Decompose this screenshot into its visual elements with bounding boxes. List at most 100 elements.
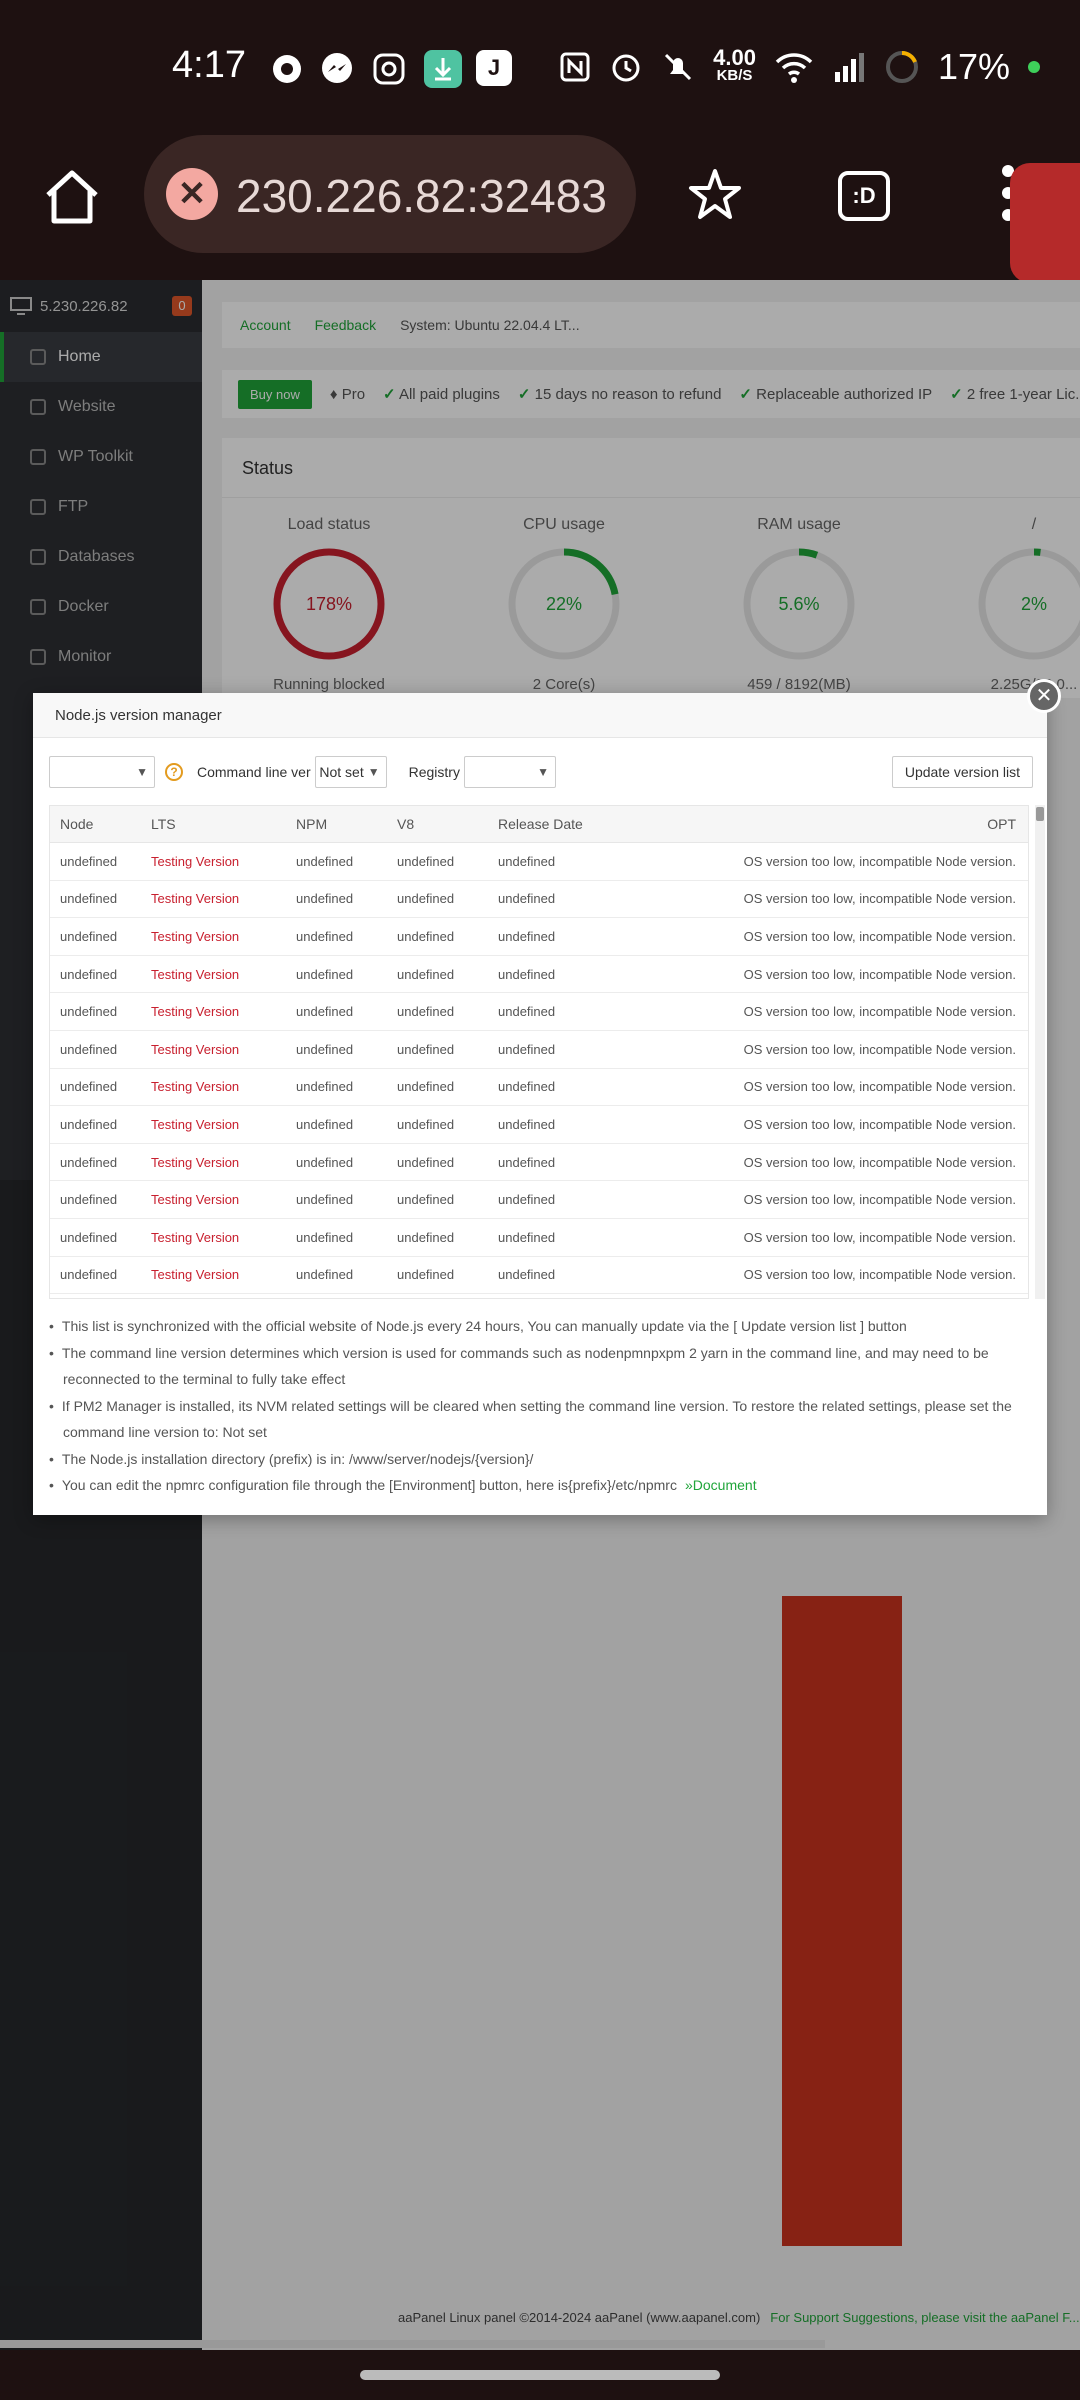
column-header: Node bbox=[60, 816, 94, 832]
table-header: Node LTS NPM V8 Release Date OPT bbox=[50, 806, 1028, 843]
cell-lts: Testing Version bbox=[151, 1192, 240, 1208]
download-icon bbox=[424, 50, 462, 88]
cell-node: undefined bbox=[60, 966, 118, 982]
cell-node: undefined bbox=[60, 853, 118, 869]
cell-lts: Testing Version bbox=[151, 1116, 240, 1132]
cell-lts: Testing Version bbox=[151, 1004, 240, 1020]
cell-opt: OS version too low, incompatible Node ve… bbox=[743, 1229, 1016, 1245]
cell-npm: undefined bbox=[296, 966, 354, 982]
signal-icon bbox=[834, 53, 864, 82]
url-text[interactable]: 230.226.82:32483 bbox=[236, 169, 607, 223]
cell-lts: Testing Version bbox=[151, 928, 240, 944]
cell-npm: undefined bbox=[296, 1154, 354, 1170]
table-row: undefined Testing Version undefined undefin… bbox=[50, 843, 1028, 881]
tab-switcher-button[interactable]: :D bbox=[838, 171, 890, 221]
cell-date: undefined bbox=[498, 1079, 556, 1095]
help-icon[interactable]: ? bbox=[165, 763, 183, 781]
cell-date: undefined bbox=[498, 891, 556, 907]
cell-node: undefined bbox=[60, 928, 118, 944]
bookmark-star-icon[interactable] bbox=[685, 165, 745, 225]
table-row: undefined Testing Version undefined undefin… bbox=[50, 1144, 1028, 1182]
table-row: undefined Testing Version undefined undefin… bbox=[50, 1219, 1028, 1257]
cell-date: undefined bbox=[498, 1229, 556, 1245]
cell-lts: Testing Version bbox=[151, 891, 240, 907]
cell-node: undefined bbox=[60, 1154, 118, 1170]
registry-label: Registry bbox=[408, 764, 460, 780]
column-header: OPT bbox=[987, 816, 1016, 832]
cell-date: undefined bbox=[498, 928, 556, 944]
command-line-value: Not set bbox=[319, 764, 364, 780]
cell-opt: OS version too low, incompatible Node ve… bbox=[743, 1192, 1016, 1208]
home-icon[interactable] bbox=[40, 165, 104, 229]
cell-v8: undefined bbox=[397, 1079, 455, 1095]
mute-icon bbox=[665, 53, 692, 81]
notes-list: This list is synchronized with the offic… bbox=[49, 1313, 1039, 1499]
cell-v8: undefined bbox=[397, 853, 455, 869]
table-row: undefined Testing Version undefined undefin… bbox=[50, 1181, 1028, 1219]
cell-node: undefined bbox=[60, 1041, 118, 1057]
messenger-icon bbox=[322, 53, 352, 83]
note-item: The Node.js installation directory (pref… bbox=[49, 1446, 1039, 1473]
cell-npm: undefined bbox=[296, 1079, 354, 1095]
registry-select[interactable]: ▼ bbox=[463, 756, 556, 788]
cell-date: undefined bbox=[498, 1192, 556, 1208]
chevron-down-icon: ▼ bbox=[136, 765, 148, 779]
cell-opt: OS version too low, incompatible Node ve… bbox=[743, 928, 1016, 944]
column-header: Release Date bbox=[498, 816, 583, 832]
cell-npm: undefined bbox=[296, 1192, 354, 1208]
android-status-bar: 4:17 J 4.00 KB/S 17% bbox=[0, 0, 1080, 135]
cell-lts: Testing Version bbox=[151, 1229, 240, 1245]
note-item: The command line version determines whic… bbox=[49, 1340, 1039, 1393]
cell-opt: OS version too low, incompatible Node ve… bbox=[743, 1267, 1016, 1283]
cell-lts: Testing Version bbox=[151, 966, 240, 982]
cell-v8: undefined bbox=[397, 891, 455, 907]
table-row: undefined Testing Version undefined undefin… bbox=[50, 881, 1028, 919]
chevron-down-icon: ▼ bbox=[367, 765, 380, 779]
cell-lts: Testing Version bbox=[151, 1267, 240, 1283]
versions-table: Node LTS NPM V8 Release Date OPT undefin… bbox=[49, 805, 1029, 1299]
document-link[interactable]: »Document bbox=[685, 1477, 757, 1493]
table-row: undefined Testing Version undefined undefin… bbox=[50, 1106, 1028, 1144]
cell-npm: undefined bbox=[296, 891, 354, 907]
command-line-label: Command line ver bbox=[197, 764, 311, 780]
net-speed: 4.00 KB/S bbox=[713, 47, 756, 85]
cell-opt: OS version too low, incompatible Node ve… bbox=[743, 1154, 1016, 1170]
update-version-list-button[interactable]: Update version list bbox=[891, 756, 1033, 788]
table-row: undefined Testing Version undefined undefin… bbox=[50, 1031, 1028, 1069]
table-body: undefined Testing Version undefined undefin… bbox=[50, 843, 1028, 1295]
url-bar[interactable]: ✕ 230.226.82:32483 bbox=[144, 135, 636, 253]
wifi-icon bbox=[775, 53, 813, 83]
table-scrollbar[interactable] bbox=[1035, 805, 1045, 1299]
chevron-down-icon: ▼ bbox=[537, 765, 549, 779]
close-icon[interactable]: ✕ bbox=[1027, 679, 1061, 713]
cell-node: undefined bbox=[60, 1079, 118, 1095]
cell-lts: Testing Version bbox=[151, 1079, 240, 1095]
horizontal-scrollbar[interactable] bbox=[0, 2340, 825, 2348]
cell-v8: undefined bbox=[397, 1192, 455, 1208]
table-row: undefined Testing Version undefined undefin… bbox=[50, 993, 1028, 1031]
table-row: undefined Testing Version undefined undefin… bbox=[50, 1257, 1028, 1295]
cell-opt: OS version too low, incompatible Node ve… bbox=[743, 1041, 1016, 1057]
column-header: V8 bbox=[397, 816, 415, 832]
cell-opt: OS version too low, incompatible Node ve… bbox=[743, 966, 1016, 982]
cell-date: undefined bbox=[498, 966, 556, 982]
cell-npm: undefined bbox=[296, 928, 354, 944]
cell-date: undefined bbox=[498, 1041, 556, 1057]
dialog-title: Node.js version manager bbox=[33, 693, 1047, 738]
j-app-icon: J bbox=[476, 50, 512, 86]
instagram-icon bbox=[373, 53, 405, 85]
cell-date: undefined bbox=[498, 1116, 556, 1132]
not-secure-icon[interactable]: ✕ bbox=[166, 168, 218, 220]
floating-app-bubble[interactable] bbox=[1010, 163, 1080, 283]
scroll-thumb[interactable] bbox=[1036, 807, 1044, 821]
cell-v8: undefined bbox=[397, 1116, 455, 1132]
column-header: LTS bbox=[151, 816, 176, 832]
version-select[interactable]: ▼ bbox=[49, 756, 155, 788]
gesture-pill[interactable] bbox=[360, 2370, 720, 2380]
cell-v8: undefined bbox=[397, 966, 455, 982]
net-speed-unit: KB/S bbox=[716, 67, 753, 84]
command-line-select[interactable]: Not set ▼ bbox=[314, 756, 387, 788]
column-header: NPM bbox=[296, 816, 328, 832]
cell-npm: undefined bbox=[296, 1041, 354, 1057]
cell-node: undefined bbox=[60, 1267, 118, 1283]
